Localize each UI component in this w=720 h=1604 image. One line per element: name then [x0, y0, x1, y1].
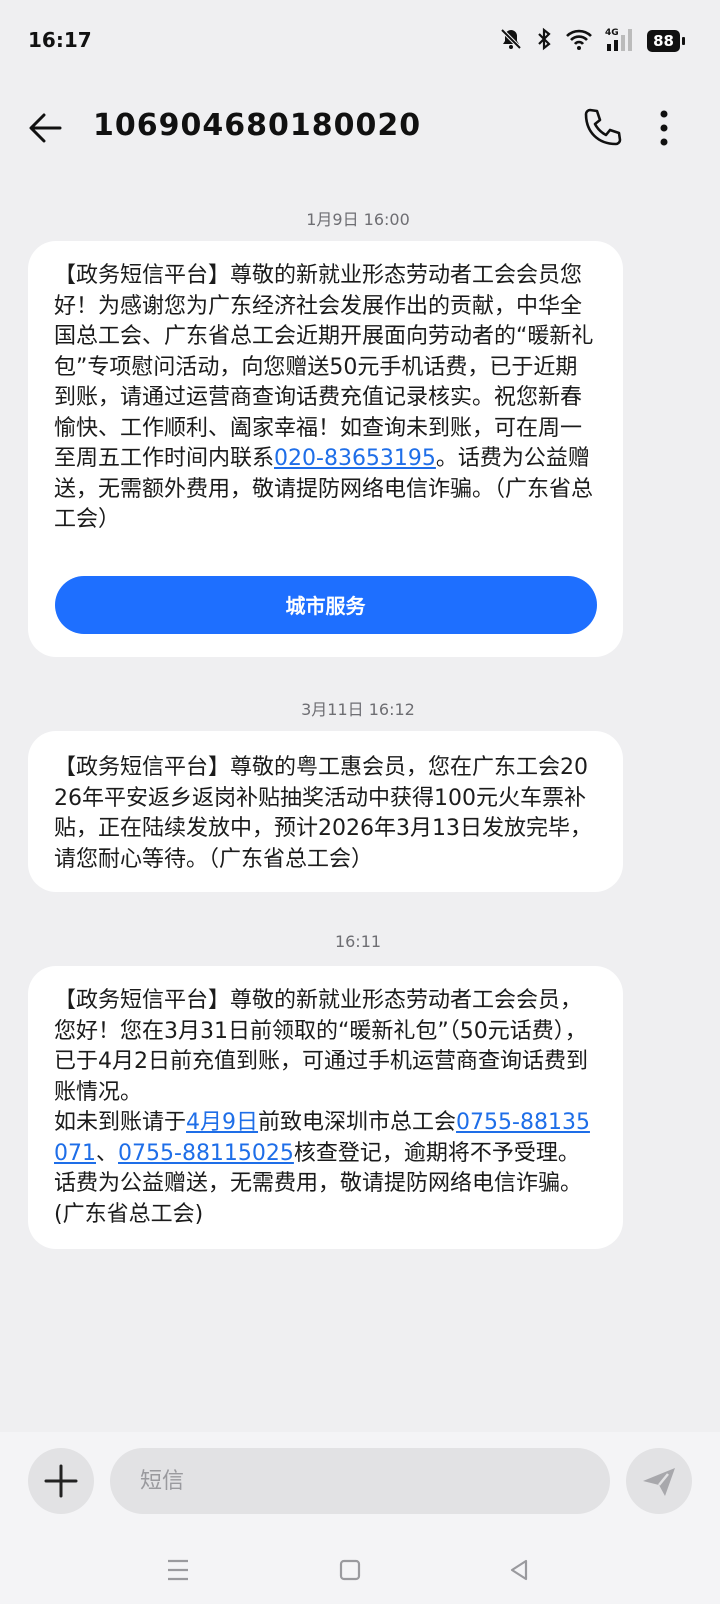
city-service-button[interactable]: 城市服务: [54, 575, 597, 634]
message-bubble[interactable]: 【政务短信平台】尊敬的新就业形态劳动者工会会员，您好！您在3月31日前领取的“暖…: [28, 966, 623, 1249]
message-input[interactable]: [110, 1448, 610, 1514]
message-bubble[interactable]: 【政务短信平台】尊敬的新就业形态劳动者工会会员您好！为感谢您为广东经济社会发展作…: [28, 241, 623, 657]
conversation-header: 106904680180020: [0, 90, 720, 162]
back-nav-button[interactable]: [500, 1550, 540, 1590]
home-button[interactable]: [330, 1550, 370, 1590]
system-navigation-bar: [0, 1532, 720, 1604]
message-timestamp: 1月9日 16:00: [306, 210, 410, 229]
status-time: 16:17: [28, 28, 92, 52]
message-timestamp: 16:11: [334, 932, 382, 951]
more-options-button[interactable]: [650, 104, 678, 152]
back-arrow-icon: [29, 113, 62, 143]
wifi-icon: [565, 27, 593, 55]
send-icon: [643, 1468, 675, 1496]
more-vertical-icon: [660, 110, 668, 146]
attach-button[interactable]: [28, 1448, 94, 1514]
square-icon: [339, 1559, 361, 1581]
triangle-back-icon: [510, 1559, 528, 1581]
back-button[interactable]: [24, 106, 68, 150]
message-text: 【政务短信平台】尊敬的粤工惠会员，您在广东工会2026年平安返乡返岗补贴抽奖活动…: [54, 755, 592, 872]
contact-title: 106904680180020: [93, 108, 422, 143]
plus-icon: [44, 1464, 78, 1498]
message-timestamp: 3月11日 16:12: [301, 700, 415, 719]
phone-link[interactable]: 0755-88115025: [118, 1141, 294, 1166]
signal-icon: 4G: [605, 26, 635, 56]
message-text: 【政务短信平台】尊敬的新就业形态劳动者工会会员，您好！您在3月31日前领取的“暖…: [54, 988, 590, 1227]
message-text: 【政务短信平台】尊敬的新就业形态劳动者工会会员您好！为感谢您为广东经济社会发展作…: [54, 263, 594, 532]
recent-apps-button[interactable]: [158, 1550, 198, 1590]
phone-icon: [584, 108, 622, 146]
call-button[interactable]: [578, 104, 626, 152]
menu-icon: [168, 1559, 188, 1581]
message-bubble[interactable]: 【政务短信平台】尊敬的粤工惠会员，您在广东工会2026年平安返乡返岗补贴抽奖活动…: [28, 731, 623, 892]
status-bar: 16:17 4G 88: [0, 0, 720, 80]
network-type-label: 4G: [605, 28, 619, 38]
mute-notifications-icon: [499, 27, 523, 55]
phone-link[interactable]: 020-83653195: [274, 446, 436, 471]
battery-indicator: 88: [647, 30, 685, 52]
send-button[interactable]: [626, 1448, 692, 1514]
status-icons: 4G 88: [499, 26, 685, 56]
date-link[interactable]: 4月9日: [186, 1110, 258, 1135]
bluetooth-icon: [535, 27, 553, 55]
